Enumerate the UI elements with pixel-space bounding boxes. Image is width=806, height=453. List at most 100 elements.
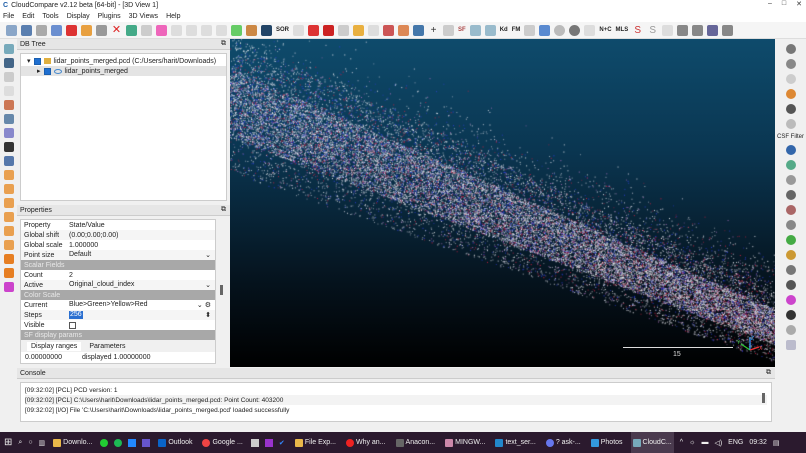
undock-icon[interactable]: ⧉ [221, 206, 226, 214]
task-view-icon[interactable]: ▥ [39, 439, 46, 447]
teams-icon[interactable] [142, 438, 151, 447]
expand-icon[interactable]: ▾ [27, 57, 31, 65]
view-iso1-icon[interactable] [3, 254, 14, 264]
calendar-icon[interactable] [128, 438, 137, 447]
tool6-icon[interactable] [785, 280, 796, 290]
tool1-icon[interactable] [785, 205, 796, 215]
plant-icon[interactable] [785, 160, 796, 170]
pin-icon[interactable] [785, 175, 796, 185]
bar-icon[interactable] [785, 74, 796, 84]
app-icon[interactable] [250, 438, 259, 447]
fm-button[interactable]: FM [512, 27, 521, 33]
points-icon[interactable] [216, 24, 227, 36]
move-icon[interactable] [3, 142, 14, 152]
shield2-icon[interactable] [785, 119, 796, 129]
mesh4-icon[interactable] [722, 24, 734, 36]
register-icon[interactable] [186, 24, 197, 36]
view-bottom-icon[interactable] [3, 240, 14, 250]
segment-icon[interactable] [293, 24, 305, 36]
export-icon[interactable] [96, 24, 107, 36]
menu-file[interactable]: File [3, 13, 14, 20]
delete-icon[interactable]: ✕ [111, 24, 122, 36]
ball-icon[interactable] [569, 24, 581, 36]
c2c-icon[interactable] [231, 24, 242, 36]
task-photos[interactable]: Photos [589, 432, 625, 453]
sf-color-icon[interactable] [413, 24, 425, 36]
volume-icon[interactable]: ◁) [714, 439, 722, 447]
histogram-icon[interactable] [353, 24, 365, 36]
tool8-icon[interactable] [785, 310, 796, 320]
menu-tools[interactable]: Tools [42, 13, 58, 20]
mls-button[interactable]: MLS [616, 27, 629, 33]
brush-icon[interactable] [785, 89, 796, 99]
view-front-icon[interactable] [3, 184, 14, 194]
task-cloudcompare[interactable]: CloudC... [630, 432, 674, 453]
search-icon[interactable]: ⌕ [18, 439, 22, 447]
mesh2-icon[interactable] [692, 24, 704, 36]
perspective-icon[interactable] [3, 128, 14, 138]
view-iso2-icon[interactable] [3, 268, 14, 278]
tree-icon[interactable] [662, 24, 674, 36]
sample-icon[interactable] [156, 24, 167, 36]
plus-icon[interactable] [3, 86, 14, 96]
spotify-icon[interactable] [114, 438, 123, 447]
sf-button[interactable]: SF [458, 27, 466, 33]
tray-chevron-icon[interactable]: ^ [680, 439, 683, 446]
arrows-icon[interactable] [3, 114, 14, 124]
tab-display-ranges[interactable]: Display ranges [27, 341, 82, 351]
task-mingw[interactable]: MINGW... [443, 432, 487, 453]
language-indicator[interactable]: ENG [728, 439, 743, 446]
menu-edit[interactable]: Edit [22, 13, 34, 20]
tool5-icon[interactable] [785, 265, 796, 275]
maximize-button[interactable]: □ [782, 0, 786, 8]
ruler-icon[interactable] [3, 72, 14, 82]
card-icon[interactable] [524, 24, 536, 36]
battery-icon[interactable]: ▬ [701, 439, 708, 446]
clock[interactable]: 09:32 [749, 439, 767, 446]
stereo-icon[interactable] [3, 282, 14, 292]
active-sf-select[interactable]: Original_cloud_index ⌄ [69, 281, 215, 289]
save-icon[interactable] [21, 24, 32, 36]
id-icon[interactable] [539, 24, 551, 36]
kd-button[interactable]: Kd [500, 27, 508, 33]
tool2-icon[interactable] [785, 220, 796, 230]
task-anaconda[interactable]: Anacon... [394, 432, 438, 453]
point-size-select[interactable]: Default ⌄ [69, 251, 215, 259]
grid-icon[interactable] [261, 24, 272, 36]
properties-scrollbar[interactable] [218, 219, 226, 359]
dsm-icon[interactable] [469, 24, 481, 36]
disable-icon[interactable] [785, 44, 796, 54]
screen-icon[interactable] [3, 44, 14, 54]
open-icon[interactable] [6, 24, 17, 36]
view-right-icon[interactable] [3, 226, 14, 236]
visibility-checkbox[interactable] [43, 67, 51, 75]
task-vscode[interactable]: text_ser... [493, 432, 537, 453]
steps-spinbox[interactable]: 256 ⬍ [69, 311, 215, 319]
sf-grad-icon[interactable] [398, 24, 410, 36]
sf-arith-icon[interactable] [383, 24, 395, 36]
expand-icon[interactable]: ▸ [37, 67, 41, 75]
shield-icon[interactable] [141, 24, 152, 36]
tool4-icon[interactable] [785, 250, 796, 260]
todo-icon[interactable]: ✔ [279, 439, 287, 447]
crop-icon[interactable] [171, 24, 182, 36]
console-scrollbar[interactable] [762, 393, 765, 403]
n-icon[interactable] [785, 145, 796, 155]
menu-display[interactable]: Display [67, 13, 90, 20]
task-downloads[interactable]: Downlo... [51, 432, 94, 453]
classify-icon[interactable] [484, 24, 496, 36]
visibility-checkbox[interactable] [33, 57, 41, 65]
compass-icon[interactable] [785, 104, 796, 114]
sor-button[interactable]: SOR [276, 27, 289, 33]
align-icon[interactable] [201, 24, 212, 36]
task-opera[interactable]: Why an... [344, 432, 388, 453]
zoom-icon[interactable] [3, 156, 14, 166]
task-chrome[interactable]: Google ... [200, 432, 244, 453]
tree-item-file[interactable]: ▾ lidar_points_merged.pcd (C:/Users/hari… [21, 56, 226, 66]
notifications-icon[interactable]: ▤ [773, 439, 780, 447]
task-discord[interactable]: ? ask-... [544, 432, 583, 453]
point-cloud[interactable] [230, 39, 775, 367]
settings-icon[interactable] [36, 24, 47, 36]
visible-checkbox[interactable] [69, 321, 76, 329]
tree-item-cloud[interactable]: ▸ lidar_points_merged [21, 66, 226, 76]
